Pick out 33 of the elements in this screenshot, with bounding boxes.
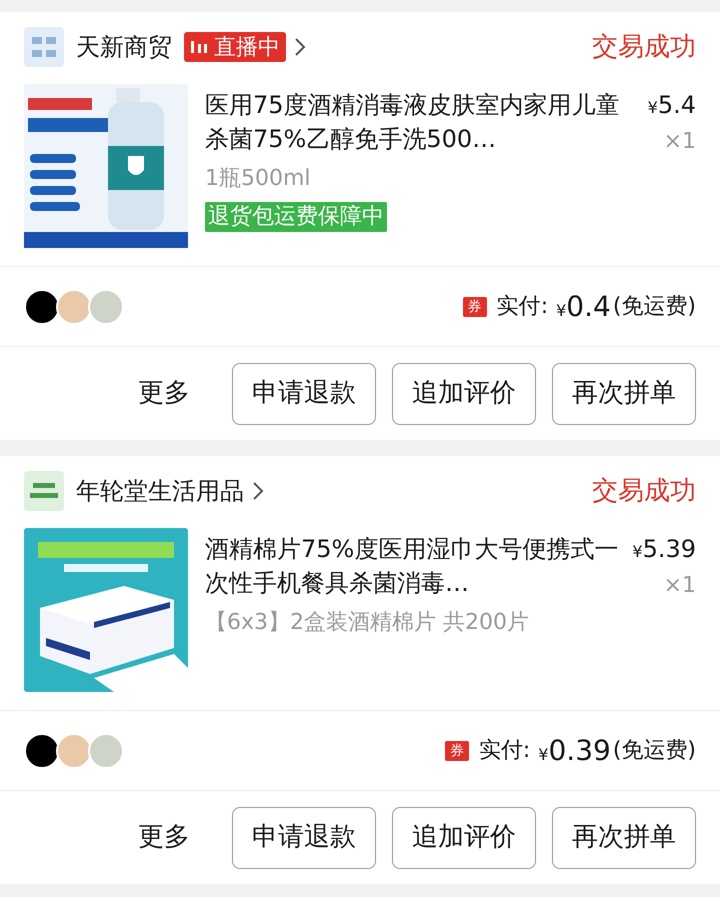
product-spec: 【6x3】2盒装酒精棉片 共200片 <box>205 609 530 637</box>
action-button[interactable]: 追加评价 <box>392 362 536 424</box>
chevron-right-icon[interactable] <box>252 481 264 501</box>
product-quantity: ×1 <box>664 128 696 156</box>
coupon-badge: 券 <box>444 740 469 760</box>
chevron-right-icon[interactable] <box>294 37 306 57</box>
paid-amount: ¥0.39 <box>538 732 611 768</box>
paid-label: 实付: <box>478 737 530 765</box>
product-spec: 1瓶500ml <box>205 165 312 193</box>
shipping-note: (免运费) <box>612 293 696 321</box>
shipping-note: (免运费) <box>612 737 696 765</box>
live-badge[interactable]: 直播中 <box>184 32 286 62</box>
shop-name[interactable]: 天新商贸 <box>76 29 172 65</box>
product-price: ¥5.4 <box>648 90 696 121</box>
paid-label: 实付: <box>496 293 548 321</box>
coupon-badge: 券 <box>462 296 487 316</box>
action-button[interactable]: 再次拼单 <box>552 362 696 424</box>
product-title[interactable]: 酒精棉片75%度医用湿巾大号便携式一次性手机餐具杀菌消毒… <box>205 532 625 600</box>
product-title[interactable]: 医用75度酒精消毒液皮肤室内家用儿童杀菌75%乙醇免手洗500… <box>205 88 625 156</box>
action-button[interactable]: 再次拼单 <box>552 806 696 868</box>
more-button[interactable]: 更多 <box>138 818 190 857</box>
order-status: 交易成功 <box>592 30 696 64</box>
action-button[interactable]: 追加评价 <box>392 806 536 868</box>
action-button[interactable]: 申请退款 <box>232 806 376 868</box>
more-button[interactable]: 更多 <box>138 374 190 413</box>
product-quantity: ×1 <box>664 572 696 600</box>
order-status: 交易成功 <box>592 474 696 508</box>
action-button[interactable]: 申请退款 <box>232 362 376 424</box>
product-price: ¥5.39 <box>632 534 696 565</box>
guarantee-badge: 退货包运费保障中 <box>205 202 387 232</box>
live-icon <box>190 39 208 55</box>
shop-name[interactable]: 年轮堂生活用品 <box>76 473 244 509</box>
paid-amount: ¥0.4 <box>556 288 611 324</box>
